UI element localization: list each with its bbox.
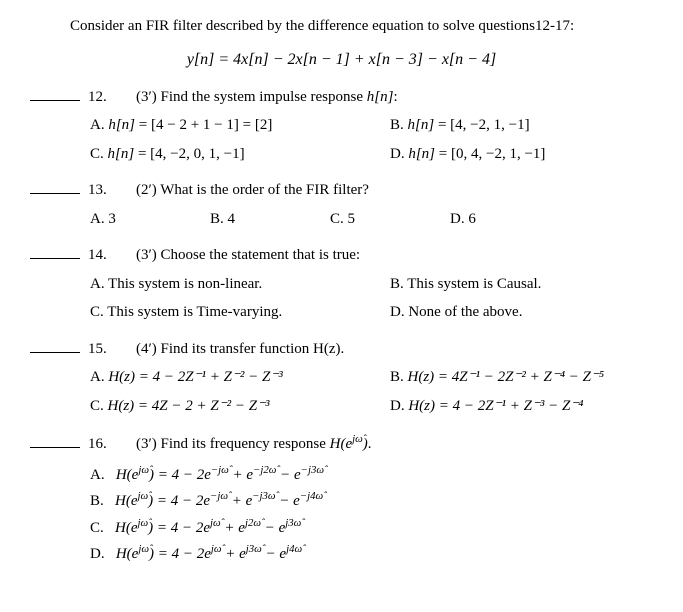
q12-a-pre: A. xyxy=(90,117,108,133)
q16-prompt: (3′) Find its frequency response H(ejω̂)… xyxy=(136,431,653,456)
q12-number: 12. xyxy=(88,86,118,109)
q15-b-pre: B. xyxy=(390,369,408,385)
answer-blank[interactable] xyxy=(30,87,80,101)
question-16: 16. (3′) Find its frequency response H(e… xyxy=(30,431,653,456)
q12-c-post: = [4, −2, 0, 1, −1] xyxy=(134,146,244,162)
intro-text: Consider an FIR filter described by the … xyxy=(70,15,653,38)
q16-hfunc: H(ejω̂) xyxy=(330,436,368,452)
q15-prompt: (4′) Find its transfer function H(z). xyxy=(136,338,653,361)
q15-opt-a: A. H(z) = 4 − 2Z⁻¹ + Z⁻² − Z⁻³ xyxy=(90,366,390,389)
q14-prompt: (3′) Choose the statement that is true: xyxy=(136,244,653,267)
q13-options: A. 3 B. 4 C. 5 D. 6 xyxy=(90,208,653,231)
q13-opt-d: D. 6 xyxy=(450,208,570,231)
q12-b-var: h[n] xyxy=(408,117,435,133)
q16-opt-d: D. H(ejω̂) = 4 − 2ejω̂ + ej3ω̂ − ej4ω̂ xyxy=(90,541,653,566)
q12-prompt-text: (3′) Find the system impulse response xyxy=(136,89,367,105)
main-equation: y[n] = 4x[n] − 2x[n − 1] + x[n − 3] − x[… xyxy=(30,48,653,72)
q16-prompt-post: . xyxy=(368,436,372,452)
q16-opt-a: A. H(ejω̂) = 4 − 2e−jω̂ + e−j2ω̂ − e−j3ω… xyxy=(90,462,653,487)
answer-blank[interactable] xyxy=(30,180,80,194)
q14-opt-d: D. None of the above. xyxy=(390,301,522,324)
q12-opt-b: B. h[n] = [4, −2, 1, −1] xyxy=(390,114,530,137)
q15-options: A. H(z) = 4 − 2Z⁻¹ + Z⁻² − Z⁻³ B. H(z) =… xyxy=(90,366,653,417)
q15-a-math: H(z) = 4 − 2Z⁻¹ + Z⁻² − Z⁻³ xyxy=(108,369,282,385)
q13-opt-b: B. 4 xyxy=(210,208,330,231)
q15-a-pre: A. xyxy=(90,369,108,385)
q16-opt-c: C. H(ejω̂) = 4 − 2ejω̂ + ej2ω̂ − ej3ω̂ xyxy=(90,515,653,540)
q12-opt-a: A. h[n] = [4 − 2 + 1 − 1] = [2] xyxy=(90,114,390,137)
q14-opt-a: A. This system is non-linear. xyxy=(90,273,390,296)
q12-b-post: = [4, −2, 1, −1] xyxy=(434,117,529,133)
q13-number: 13. xyxy=(88,179,118,202)
q12-options: A. h[n] = [4 − 2 + 1 − 1] = [2] B. h[n] … xyxy=(90,114,653,165)
q13-prompt: (2′) What is the order of the FIR filter… xyxy=(136,179,653,202)
q14-options: A. This system is non-linear. B. This sy… xyxy=(90,273,653,324)
q16-prompt-pre: (3′) Find its frequency response xyxy=(136,436,330,452)
answer-blank[interactable] xyxy=(30,339,80,353)
q13-opt-c: C. 5 xyxy=(330,208,450,231)
q12-d-pre: D. xyxy=(390,146,408,162)
q14-opt-c: C. This system is Time-varying. xyxy=(90,301,390,324)
q12-d-var: h[n] xyxy=(408,146,435,162)
q16-opt-b: B. H(ejω̂) = 4 − 2e−jω̂ + e−j3ω̂ − e−j4ω… xyxy=(90,488,653,513)
q13-opt-a: A. 3 xyxy=(90,208,210,231)
q12-b-pre: B. xyxy=(390,117,408,133)
q12-prompt: (3′) Find the system impulse response h[… xyxy=(136,86,653,109)
q15-opt-c: C. H(z) = 4Z − 2 + Z⁻² − Z⁻³ xyxy=(90,395,390,418)
q14-opt-b: B. This system is Causal. xyxy=(390,273,541,296)
q12-a-post: = [4 − 2 + 1 − 1] = [2] xyxy=(135,117,272,133)
question-15: 15. (4′) Find its transfer function H(z)… xyxy=(30,338,653,361)
q15-c-math: H(z) = 4Z − 2 + Z⁻² − Z⁻³ xyxy=(108,398,270,414)
q15-d-pre: D. xyxy=(390,398,408,414)
question-12: 12. (3′) Find the system impulse respons… xyxy=(30,86,653,109)
q15-b-math: H(z) = 4Z⁻¹ − 2Z⁻² + Z⁻⁴ − Z⁻⁵ xyxy=(408,369,605,385)
question-13: 13. (2′) What is the order of the FIR fi… xyxy=(30,179,653,202)
q15-number: 15. xyxy=(88,338,118,361)
q16-options: A. H(ejω̂) = 4 − 2e−jω̂ + e−j2ω̂ − e−j3ω… xyxy=(90,462,653,566)
q12-c-var: h[n] xyxy=(108,146,135,162)
q12-c-pre: C. xyxy=(90,146,108,162)
q15-opt-b: B. H(z) = 4Z⁻¹ − 2Z⁻² + Z⁻⁴ − Z⁻⁵ xyxy=(390,366,604,389)
q15-c-pre: C. xyxy=(90,398,108,414)
q15-d-math: H(z) = 4 − 2Z⁻¹ + Z⁻³ − Z⁻⁴ xyxy=(408,398,583,414)
answer-blank[interactable] xyxy=(30,434,80,448)
q12-d-post: = [0, 4, −2, 1, −1] xyxy=(435,146,545,162)
q16-number: 16. xyxy=(88,433,118,456)
q12-prompt-end: : xyxy=(393,89,397,105)
answer-blank[interactable] xyxy=(30,245,80,259)
q15-opt-d: D. H(z) = 4 − 2Z⁻¹ + Z⁻³ − Z⁻⁴ xyxy=(390,395,583,418)
q12-opt-d: D. h[n] = [0, 4, −2, 1, −1] xyxy=(390,143,545,166)
q12-opt-c: C. h[n] = [4, −2, 0, 1, −1] xyxy=(90,143,390,166)
question-14: 14. (3′) Choose the statement that is tr… xyxy=(30,244,653,267)
q12-var: h[n] xyxy=(367,89,394,105)
q12-a-var: h[n] xyxy=(108,117,135,133)
q14-number: 14. xyxy=(88,244,118,267)
